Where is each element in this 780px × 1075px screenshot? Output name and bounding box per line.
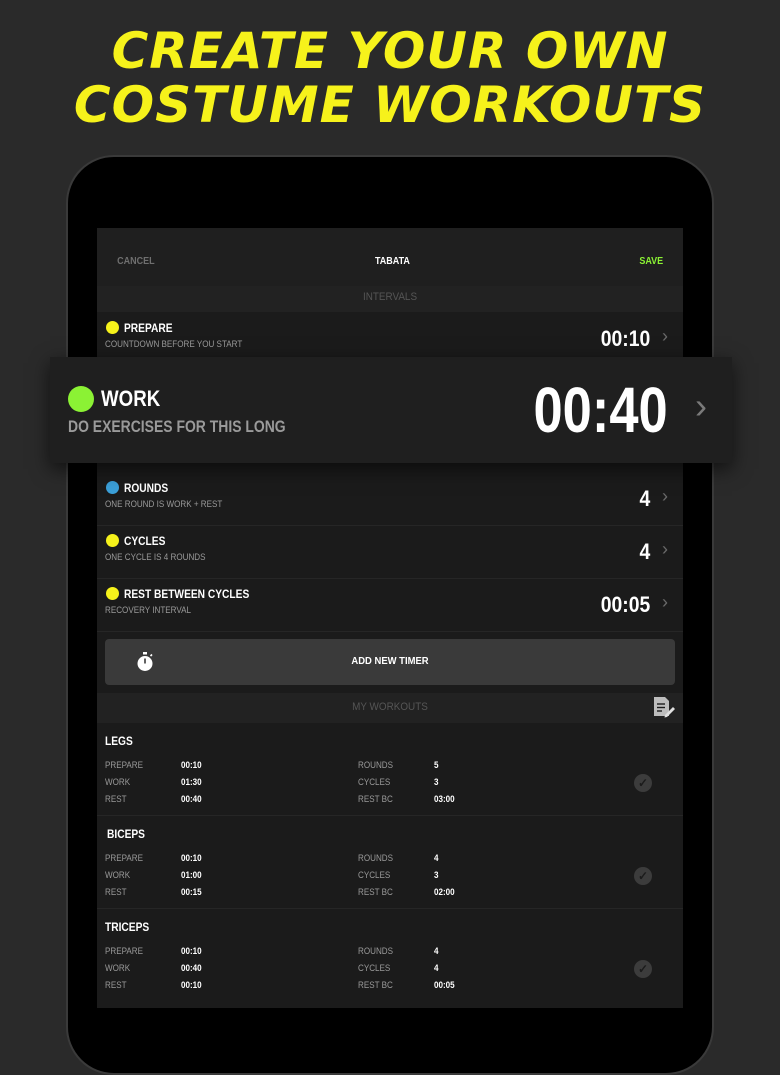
workout-value: 00:10 xyxy=(181,980,202,991)
rounds-subtitle: ONE ROUND IS WORK + REST xyxy=(105,499,223,510)
workout-value: 01:00 xyxy=(181,870,202,881)
interval-row-cycles[interactable]: CYCLES ONE CYCLE IS 4 ROUNDS 4 › xyxy=(97,525,683,579)
interval-row-rounds[interactable]: ROUNDS ONE ROUND IS WORK + REST 4 › xyxy=(97,472,683,526)
page-title: TABATA xyxy=(374,256,410,267)
save-button[interactable]: SAVE xyxy=(639,256,663,267)
check-circle-icon[interactable]: ✓ xyxy=(634,774,652,792)
workout-label: ROUNDS xyxy=(358,946,393,957)
interval-row-work[interactable]: WORK DO EXERCISES FOR THIS LONG 00:40 › xyxy=(50,357,732,463)
workout-label: ROUNDS xyxy=(358,853,393,864)
intervals-label: INTERVALS xyxy=(362,291,418,303)
workout-label: REST xyxy=(105,794,127,805)
prepare-title: PREPARE xyxy=(124,321,173,335)
workout-value: 00:15 xyxy=(181,887,202,898)
workout-name: BICEPS xyxy=(107,827,145,841)
workout-label: REST xyxy=(105,887,127,898)
app-screen: CANCEL TABATA SAVE INTERVALS PREPARE COU… xyxy=(97,228,683,1008)
workout-label: ROUNDS xyxy=(358,760,393,771)
headline-line-2: COSTUME WORKOUTS xyxy=(73,76,707,134)
workout-value: 4 xyxy=(434,946,439,957)
workout-label: WORK xyxy=(105,777,131,788)
work-subtitle: DO EXERCISES FOR THIS LONG xyxy=(68,417,286,436)
divider xyxy=(97,815,683,816)
workout-name: TRICEPS xyxy=(105,920,150,934)
prepare-subtitle: COUNTDOWN BEFORE YOU START xyxy=(105,339,243,350)
workout-label: REST xyxy=(105,980,127,991)
workout-label: CYCLES xyxy=(358,870,391,881)
add-new-timer-button[interactable]: ADD NEW TIMER xyxy=(105,639,675,685)
work-title: WORK xyxy=(101,386,161,411)
my-workouts-label: MY WORKOUTS xyxy=(352,701,428,713)
workout-value: 00:05 xyxy=(434,980,455,991)
green-dot-icon xyxy=(68,386,94,412)
workout-label: REST BC xyxy=(358,980,393,991)
cycles-value: 4 xyxy=(639,539,650,564)
workout-value: 3 xyxy=(434,777,439,788)
chevron-right-icon: › xyxy=(662,486,668,506)
workout-label: PREPARE xyxy=(105,946,143,957)
workout-value: 02:00 xyxy=(434,887,455,898)
workout-name: LEGS xyxy=(105,734,133,748)
rounds-value: 4 xyxy=(639,486,650,511)
chevron-right-icon: › xyxy=(695,385,707,426)
blue-dot-icon xyxy=(106,481,119,494)
cycles-title: CYCLES xyxy=(124,534,166,548)
yellow-dot-icon xyxy=(106,587,119,600)
chevron-right-icon: › xyxy=(662,592,668,612)
prepare-value: 00:10 xyxy=(600,326,650,351)
yellow-dot-icon xyxy=(106,321,119,334)
rest-between-subtitle: RECOVERY INTERVAL xyxy=(105,605,192,616)
workout-label: REST BC xyxy=(358,887,393,898)
rest-between-title: REST BETWEEN CYCLES xyxy=(124,587,250,601)
workout-label: PREPARE xyxy=(105,853,143,864)
check-circle-icon[interactable]: ✓ xyxy=(634,867,652,885)
divider xyxy=(97,908,683,909)
cancel-button[interactable]: CANCEL xyxy=(117,256,155,267)
workout-value: 3 xyxy=(434,870,439,881)
headline-line-1: CREATE YOUR OWN xyxy=(111,22,669,80)
interval-row-rest-between-cycles[interactable]: REST BETWEEN CYCLES RECOVERY INTERVAL 00… xyxy=(97,578,683,632)
workout-value: 03:00 xyxy=(434,794,455,805)
rest-between-value: 00:05 xyxy=(600,592,650,617)
workout-value: 4 xyxy=(434,963,439,974)
workout-value: 00:40 xyxy=(181,963,202,974)
workout-label: PREPARE xyxy=(105,760,143,771)
cycles-subtitle: ONE CYCLE IS 4 ROUNDS xyxy=(105,552,206,563)
workout-label: WORK xyxy=(105,963,131,974)
workout-label: REST BC xyxy=(358,794,393,805)
workout-value: 00:40 xyxy=(181,794,202,805)
yellow-dot-icon xyxy=(106,534,119,547)
add-new-timer-label: ADD NEW TIMER xyxy=(351,655,429,667)
work-value: 00:40 xyxy=(533,374,668,446)
workout-value: 4 xyxy=(434,853,439,864)
workout-label: WORK xyxy=(105,870,131,881)
rounds-title: ROUNDS xyxy=(124,481,169,495)
top-bar: CANCEL TABATA SAVE xyxy=(97,228,683,286)
chevron-right-icon: › xyxy=(662,326,668,346)
workout-label: CYCLES xyxy=(358,963,391,974)
workout-value: 5 xyxy=(434,760,439,771)
workout-value: 00:10 xyxy=(181,946,202,957)
check-circle-icon[interactable]: ✓ xyxy=(634,960,652,978)
workout-value: 00:10 xyxy=(181,760,202,771)
edit-note-icon[interactable] xyxy=(651,695,675,719)
workout-label: CYCLES xyxy=(358,777,391,788)
workout-value: 01:30 xyxy=(181,777,202,788)
chevron-right-icon: › xyxy=(662,539,668,559)
workout-value: 00:10 xyxy=(181,853,202,864)
